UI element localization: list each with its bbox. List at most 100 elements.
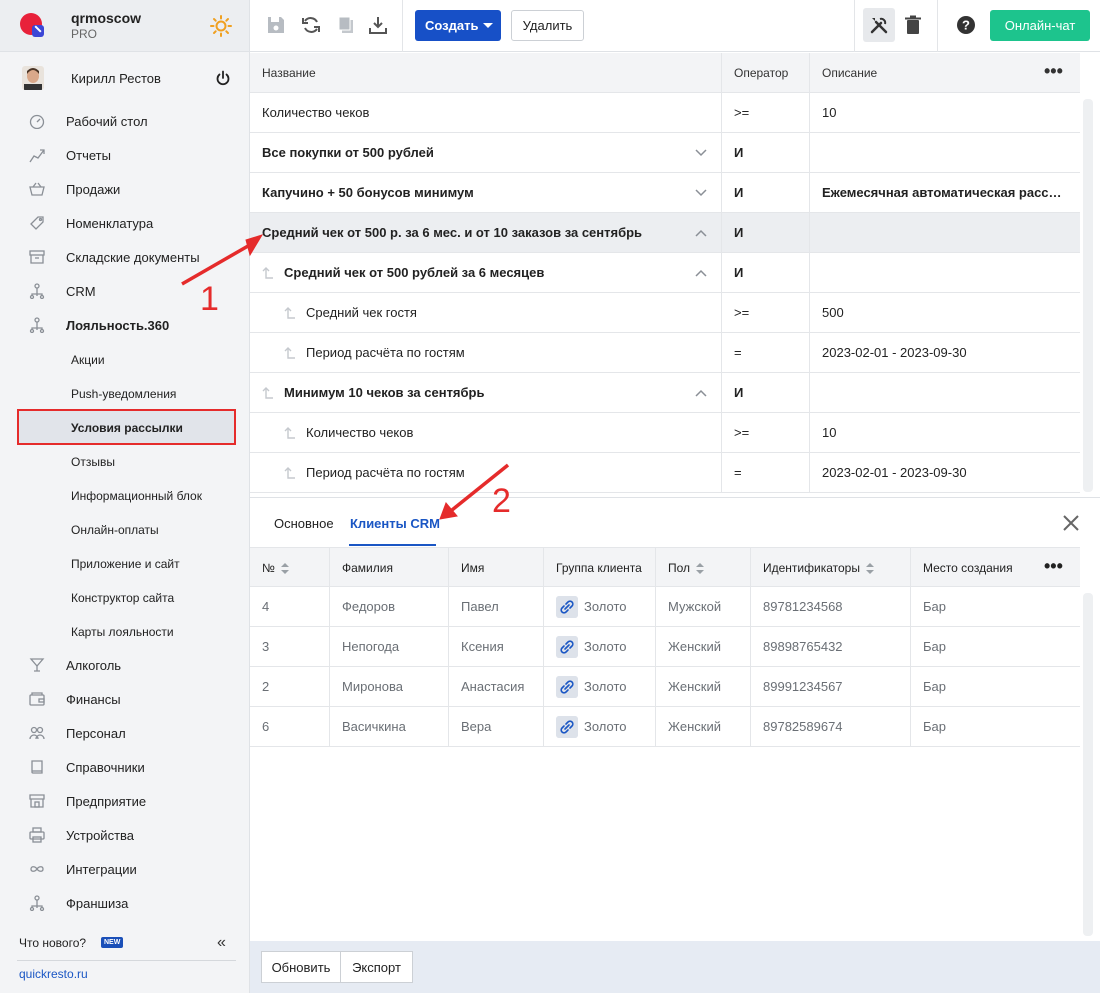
- link-icon[interactable]: [556, 636, 578, 658]
- refresh-button[interactable]: Обновить: [261, 951, 341, 983]
- chevron-up-icon[interactable]: [695, 267, 707, 279]
- collapse-sidebar-icon[interactable]: «: [217, 934, 226, 952]
- sidebar-item-2[interactable]: Финансы: [0, 682, 249, 716]
- create-button[interactable]: Создать: [415, 10, 501, 41]
- sidebar-subitem-7[interactable]: Приложение и сайт: [0, 546, 249, 580]
- condition-description: 2023-02-01 - 2023-09-30: [822, 345, 967, 360]
- link-icon[interactable]: [556, 596, 578, 618]
- more-options-icon[interactable]: •••: [1044, 53, 1063, 93]
- chevron-up-icon[interactable]: [695, 227, 707, 239]
- sidebar-item-6[interactable]: Устройства: [0, 818, 249, 852]
- table-row[interactable]: 2 Миронова Анастасия Золото Женский 899912345…: [250, 667, 1080, 707]
- site-link[interactable]: quickresto.ru: [19, 967, 88, 981]
- divider: [750, 667, 751, 707]
- tab-crm-clients[interactable]: Клиенты CRM: [350, 516, 440, 531]
- scrollbar[interactable]: [1083, 593, 1093, 936]
- sidebar-item-4[interactable]: Номенклатура: [0, 206, 249, 240]
- sidebar-item-label: Лояльность.360: [66, 318, 170, 333]
- sidebar-subitem-5[interactable]: Информационный блок: [0, 478, 249, 512]
- cell-ids: 89781234568: [763, 599, 843, 614]
- sidebar-item-1[interactable]: Рабочий стол: [0, 104, 249, 138]
- sidebar-item-3[interactable]: Продажи: [0, 172, 249, 206]
- table-row[interactable]: 3 Непогода Ксения Золото Женский 89898765432 Б…: [250, 627, 1080, 667]
- table-row[interactable]: Период расчёта по гостям = 2023-02-01 - 20…: [250, 453, 1080, 493]
- sidebar-item-4[interactable]: Справочники: [0, 750, 249, 784]
- sidebar-item-5[interactable]: Предприятие: [0, 784, 249, 818]
- chevron-down-icon[interactable]: [695, 147, 707, 159]
- copy-icon[interactable]: [335, 14, 357, 36]
- sidebar-subitem-8[interactable]: Конструктор сайта: [0, 580, 249, 614]
- cell-place: Бар: [923, 599, 946, 614]
- column-header-description[interactable]: Описание: [822, 53, 877, 93]
- divider: [329, 587, 330, 627]
- column-header-num[interactable]: №: [262, 548, 289, 588]
- tab-main[interactable]: Основное: [274, 516, 334, 531]
- table-row[interactable]: Средний чек от 500 рублей за 6 месяцев И: [250, 253, 1080, 293]
- tools-icon[interactable]: [868, 14, 890, 36]
- sidebar-subitem-2[interactable]: Push-уведомления: [0, 376, 249, 410]
- column-header-identifiers[interactable]: Идентификаторы: [763, 548, 874, 588]
- divider: [448, 627, 449, 667]
- export-button[interactable]: Экспорт: [340, 951, 413, 983]
- sidebar-item-2[interactable]: Отчеты: [0, 138, 249, 172]
- help-icon[interactable]: ?: [955, 14, 977, 36]
- table-row[interactable]: Все покупки от 500 рублей И: [250, 133, 1080, 173]
- column-header-gender[interactable]: Пол: [668, 548, 705, 588]
- sort-icon[interactable]: [865, 563, 874, 575]
- sidebar-item-label: Предприятие: [66, 794, 147, 809]
- table-row[interactable]: Количество чеков >= 10: [250, 413, 1080, 453]
- hierarchy-icon: [29, 283, 45, 299]
- sidebar-subitem-9[interactable]: Карты лояльности: [0, 614, 249, 648]
- sidebar-item-7[interactable]: Интеграции: [0, 852, 249, 886]
- trash-icon[interactable]: [902, 14, 924, 36]
- sidebar-item-5[interactable]: Складские документы: [0, 240, 249, 274]
- power-icon[interactable]: [215, 70, 231, 86]
- table-row[interactable]: Минимум 10 чеков за сентябрь И: [250, 373, 1080, 413]
- sidebar-subitem-4[interactable]: Отзывы: [0, 444, 249, 478]
- online-chat-button[interactable]: Онлайн-чат: [990, 10, 1090, 41]
- avatar[interactable]: [22, 66, 44, 90]
- whats-new-link[interactable]: Что нового?: [19, 936, 86, 950]
- table-row[interactable]: Средний чек гостя >= 500: [250, 293, 1080, 333]
- sun-icon[interactable]: [210, 15, 232, 37]
- refresh-icon[interactable]: [300, 14, 322, 36]
- sidebar-item-label: Франшиза: [66, 896, 129, 911]
- sidebar-subitem-1[interactable]: Акции: [0, 342, 249, 376]
- table-row[interactable]: 4 Федоров Павел Золото Мужской 89781234568 Бар: [250, 587, 1080, 627]
- column-header-name[interactable]: Название: [262, 53, 316, 93]
- table-row[interactable]: 6 Васичкина Вера Золото Женский 89782589674 Ба…: [250, 707, 1080, 747]
- link-icon[interactable]: [556, 716, 578, 738]
- more-options-icon[interactable]: •••: [1044, 548, 1063, 588]
- column-header-place[interactable]: Место создания: [923, 548, 1013, 588]
- link-icon[interactable]: [556, 676, 578, 698]
- sidebar-item-1[interactable]: Алкоголь: [0, 648, 249, 682]
- table-row[interactable]: Период расчёта по гостям = 2023-02-01 - 20…: [250, 333, 1080, 373]
- divider: [448, 587, 449, 627]
- divider: [750, 587, 751, 627]
- table-row[interactable]: Количество чеков >= 10: [250, 93, 1080, 133]
- table-row[interactable]: Капучино + 50 бонусов минимум И Ежемесячна…: [250, 173, 1080, 213]
- table-row[interactable]: Средний чек от 500 р. за 6 мес. и от 10 …: [250, 213, 1080, 253]
- sidebar-item-8[interactable]: Франшиза: [0, 886, 249, 920]
- column-header-operator[interactable]: Оператор: [734, 53, 788, 93]
- gauge-icon: [29, 114, 45, 129]
- tree-branch-icon: [262, 387, 273, 399]
- sort-icon[interactable]: [696, 563, 705, 575]
- tree-branch-icon: [284, 427, 295, 439]
- download-icon[interactable]: [367, 14, 389, 36]
- column-header-group[interactable]: Группа клиента: [556, 548, 642, 588]
- scrollbar[interactable]: [1083, 99, 1093, 492]
- column-header-first-name[interactable]: Имя: [461, 548, 484, 588]
- close-icon[interactable]: [1062, 514, 1080, 532]
- sidebar-subitem-6[interactable]: Онлайн-оплаты: [0, 512, 249, 546]
- delete-button[interactable]: Удалить: [511, 10, 584, 41]
- column-header-last-name[interactable]: Фамилия: [342, 548, 393, 588]
- divider: [655, 627, 656, 667]
- chevron-down-icon[interactable]: [695, 187, 707, 199]
- cell-last: Миронова: [342, 679, 403, 694]
- sidebar-subitem-3[interactable]: Условия рассылки: [17, 409, 236, 445]
- chevron-up-icon[interactable]: [695, 387, 707, 399]
- sort-icon[interactable]: [280, 563, 289, 575]
- save-icon[interactable]: [265, 14, 287, 36]
- sidebar-item-3[interactable]: Персонал: [0, 716, 249, 750]
